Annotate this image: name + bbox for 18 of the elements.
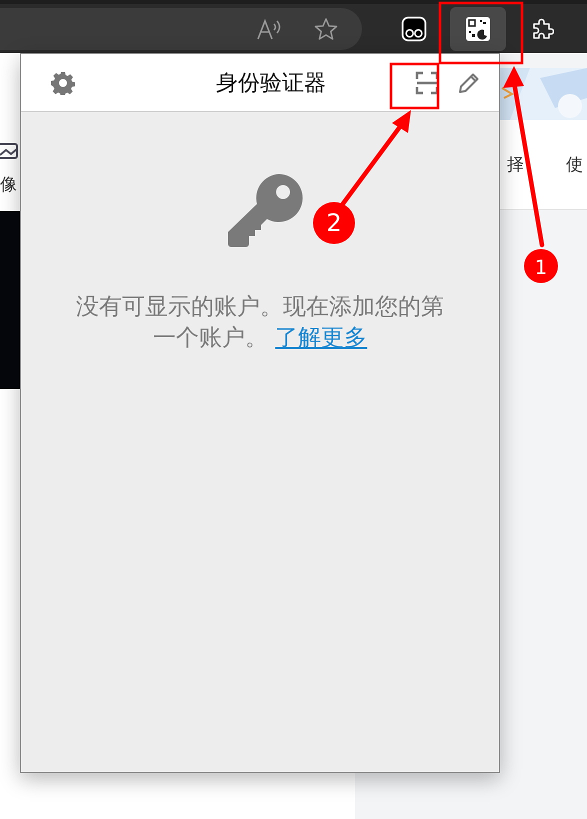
tab-label: 择 — [507, 154, 524, 176]
puzzle-icon — [530, 16, 554, 40]
tab-label: 像 — [0, 174, 18, 196]
popup-title: 身份验证器 — [215, 70, 327, 98]
settings-icon[interactable] — [51, 70, 75, 94]
image-icon — [0, 143, 18, 159]
empty-message: 没有可显示的账户。现在添加您的第一个账户。 了解更多 — [75, 293, 445, 353]
tab-label: 使 — [566, 154, 583, 176]
step-marker: 1 — [524, 249, 558, 283]
mask-icon — [401, 16, 427, 42]
authenticator-extension-button[interactable] — [450, 6, 506, 50]
read-aloud-icon[interactable] — [256, 18, 282, 40]
qr-code-icon — [466, 16, 490, 40]
edit-icon[interactable] — [457, 70, 481, 94]
learn-more-link[interactable]: 了解更多 — [275, 325, 368, 351]
step-marker: 2 — [313, 202, 355, 244]
star-icon[interactable] — [314, 16, 338, 40]
scan-icon[interactable] — [415, 70, 439, 94]
